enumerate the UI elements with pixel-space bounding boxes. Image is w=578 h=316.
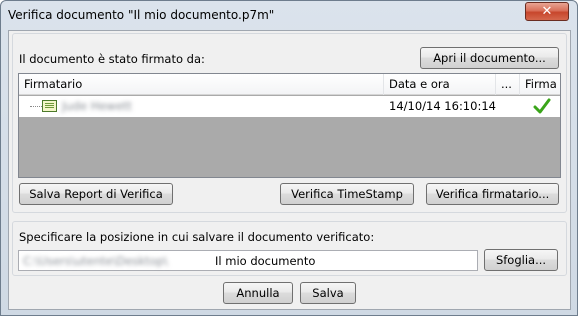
certificate-icon: [42, 100, 57, 112]
column-header-signature[interactable]: Firma: [520, 74, 560, 95]
dialog-window: Verifica documento "Il mio documento.p7m…: [0, 0, 578, 316]
save-path-field[interactable]: C:\Users\utente\Desktop\ Il mio document…: [18, 250, 478, 271]
browse-button[interactable]: Sfoglia...: [484, 249, 558, 271]
signers-heading: Il documento è stato firmato da:: [19, 52, 205, 66]
column-header-more[interactable]: ...: [496, 74, 520, 95]
window-title: Verifica documento "Il mio documento.p7m…: [8, 8, 275, 22]
signature-datetime: 14/10/14 16:10:14: [389, 99, 496, 113]
verify-signer-button[interactable]: Verifica firmatario...: [426, 183, 559, 205]
path-filename: Il mio documento: [215, 254, 316, 268]
save-report-button[interactable]: Salva Report di Verifica: [19, 183, 173, 205]
dialog-body: Il documento è stato firmato da: Apri il…: [8, 30, 571, 310]
table-header: Firmatario Data e ora ... Firma: [19, 74, 560, 95]
green-checkmark-icon: [533, 98, 551, 114]
close-button[interactable]: ✕: [525, 2, 569, 21]
verify-timestamp-button[interactable]: Verifica TimeStamp: [280, 183, 414, 205]
column-header-signer[interactable]: Firmatario: [19, 74, 384, 95]
signers-group: Il documento è stato firmato da: Apri il…: [12, 33, 567, 213]
open-document-button[interactable]: Apri il documento...: [420, 47, 559, 69]
column-header-datetime[interactable]: Data e ora: [384, 74, 496, 95]
title-bar[interactable]: Verifica documento "Il mio documento.p7m…: [1, 1, 577, 29]
table-row[interactable]: Jude Hewett 14/10/14 16:10:14: [19, 96, 560, 117]
cancel-button[interactable]: Annulla: [223, 282, 293, 304]
signers-table: Firmatario Data e ora ... Firma Jude Hew…: [18, 73, 561, 178]
save-location-heading: Specificare la posizione in cui salvare …: [19, 230, 375, 244]
close-icon: ✕: [541, 4, 553, 19]
signer-name: Jude Hewett: [62, 99, 132, 113]
save-button[interactable]: Salva: [300, 282, 356, 304]
path-prefix: C:\Users\utente\Desktop\: [23, 254, 168, 268]
